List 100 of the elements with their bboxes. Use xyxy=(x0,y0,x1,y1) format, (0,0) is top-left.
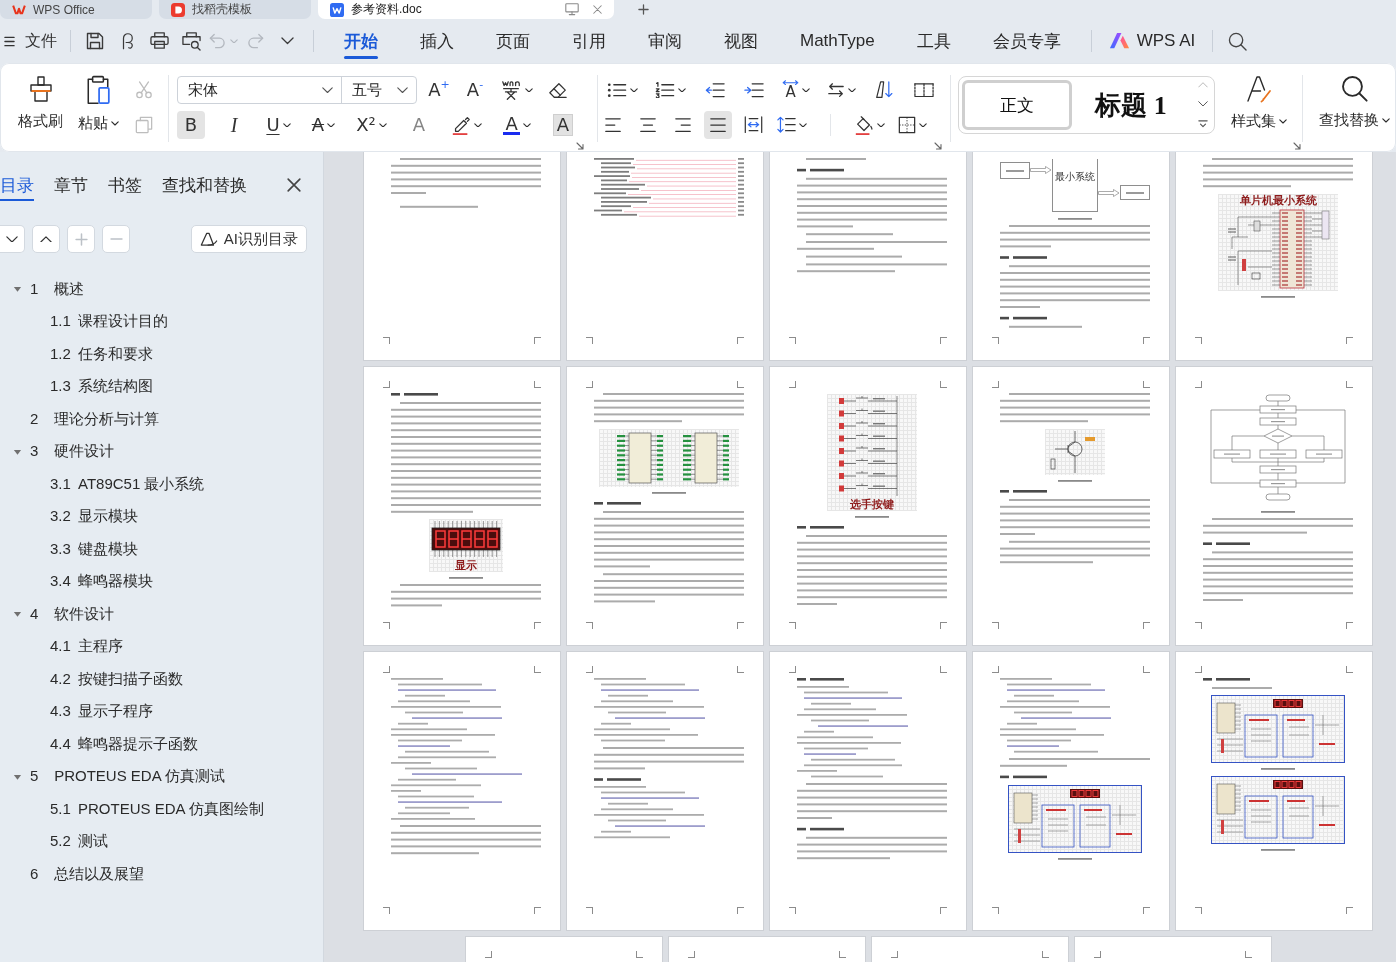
panel-tab[interactable]: 目录 xyxy=(0,169,34,201)
diagram-block xyxy=(1120,185,1150,200)
ribbon-tab[interactable]: 开始 xyxy=(323,19,399,63)
ribbon-tab[interactable]: 引用 xyxy=(551,19,627,63)
ribbon-tab[interactable]: 插入 xyxy=(399,19,475,63)
caret-icon xyxy=(919,122,927,128)
style-option[interactable]: 标题 1 xyxy=(1072,80,1190,130)
caret-icon xyxy=(678,87,687,93)
window-tab[interactable]: 找稻壳模板 xyxy=(159,0,311,19)
outline-item[interactable]: 5 PROTEUS EDA 仿真测试 xyxy=(30,767,226,787)
text-lines-drawing xyxy=(1261,768,1295,770)
panel-tab[interactable]: 章节 xyxy=(54,169,88,201)
numbered-list-icon xyxy=(655,81,676,99)
more-chevron-icon[interactable] xyxy=(1198,119,1208,128)
outline-item[interactable]: 3.4 蜂鸣器模块 xyxy=(50,572,154,592)
ai-logo-icon xyxy=(1108,32,1130,50)
file-menu-button[interactable]: 文件 xyxy=(0,26,61,56)
outline-item[interactable]: 5.1 PROTEUS EDA 仿真图绘制 xyxy=(50,799,264,819)
text-direction-button[interactable]: A xyxy=(779,76,814,104)
print-preview-icon xyxy=(181,31,201,51)
panel-tab[interactable]: 书签 xyxy=(108,169,142,201)
close-tab-button[interactable] xyxy=(593,5,602,14)
down-triangle-icon[interactable] xyxy=(13,611,22,618)
ribbon-tab[interactable]: 视图 xyxy=(703,19,779,63)
outline-item[interactable]: 3 硬件设计 xyxy=(30,442,115,462)
superscript-button[interactable]: X² xyxy=(353,111,390,139)
strikethrough-button[interactable]: A xyxy=(308,111,339,139)
outline-item[interactable]: 1.2 任务和要求 xyxy=(50,344,154,364)
style-option[interactable]: 正文 xyxy=(962,80,1072,130)
down-triangle-icon[interactable] xyxy=(13,286,22,293)
scissors-icon xyxy=(135,81,153,99)
underline-button[interactable]: U xyxy=(263,111,294,139)
text-lines-drawing xyxy=(1261,849,1295,851)
outline-item[interactable]: 4 软件设计 xyxy=(30,604,115,624)
style-set-button[interactable]: 样式集 xyxy=(1228,73,1290,141)
caret-icon xyxy=(525,87,533,93)
outline-item[interactable]: 4.3 显示子程序 xyxy=(50,702,154,722)
outline-item[interactable]: 3.3 键盘模块 xyxy=(50,539,139,559)
logo-icon xyxy=(12,4,26,15)
redo-icon xyxy=(246,32,264,50)
down-triangle-icon[interactable] xyxy=(13,773,22,780)
panel-tab[interactable]: 查找和替换 xyxy=(162,169,247,201)
italic-button[interactable]: I xyxy=(220,111,249,139)
window-tab[interactable]: 参考资料.doc xyxy=(318,0,614,19)
diagram-arrow xyxy=(1030,166,1052,174)
window-tab[interactable]: WPS Office xyxy=(0,0,152,19)
outline-item[interactable]: 1 概述 xyxy=(30,279,85,299)
caret-icon xyxy=(282,122,291,128)
close-panel-button[interactable] xyxy=(287,178,301,192)
caret-icon xyxy=(474,122,483,128)
ribbon-tab[interactable]: 审阅 xyxy=(627,19,703,63)
caret-icon xyxy=(848,87,857,93)
dashed-frame-icon xyxy=(913,82,934,98)
launcher-arrow-icon[interactable] xyxy=(934,142,942,150)
outline-item[interactable]: 4.1 主程序 xyxy=(50,637,124,657)
chevron-down-icon[interactable] xyxy=(1198,100,1208,107)
ribbon-tab[interactable]: 工具 xyxy=(895,19,972,63)
launcher-arrow-icon[interactable] xyxy=(576,142,584,150)
eraser-icon xyxy=(548,80,568,100)
ribbon-tab[interactable]: MathType xyxy=(779,19,896,63)
ai-outline-icon xyxy=(199,231,218,247)
paste-button[interactable]: 粘贴 xyxy=(72,73,124,141)
ribbon-tab[interactable]: 会员专享 xyxy=(971,19,1082,63)
curl-icon xyxy=(120,32,134,50)
down-triangle-icon[interactable] xyxy=(13,448,22,455)
collapse-button[interactable] xyxy=(32,225,60,253)
letter-brush-icon xyxy=(1246,75,1272,103)
bold-button[interactable]: B xyxy=(177,111,205,139)
wps-ai-button[interactable]: WPS AI xyxy=(1100,25,1204,57)
caret-icon xyxy=(522,122,531,128)
outline-item[interactable]: 3.2 显示模块 xyxy=(50,507,139,527)
ai-outline-button[interactable]: AI识别目录 xyxy=(190,225,307,253)
justify-button[interactable] xyxy=(704,111,732,139)
shrink-font-button[interactable]: A$^{-}$ xyxy=(461,76,489,104)
outline-item[interactable]: 1.3 系统结构图 xyxy=(50,377,154,397)
caret-icon xyxy=(378,122,387,128)
caret-icon xyxy=(327,122,336,128)
outline-item[interactable]: 2 理论分析与计算 xyxy=(30,409,160,429)
outline-item[interactable]: 4.4 蜂鸣器提示子函数 xyxy=(50,734,199,754)
outline-item[interactable]: 5.2 测试 xyxy=(50,832,109,852)
template-icon xyxy=(171,2,185,17)
ribbon-tab[interactable]: 页面 xyxy=(475,19,551,63)
find-replace-button[interactable]: 查找替换 xyxy=(1315,73,1393,141)
outline-item[interactable]: 3.1 AT89C51 最小系统 xyxy=(50,474,205,494)
chevron-down-icon xyxy=(280,37,294,45)
font-color-button[interactable]: A xyxy=(500,111,534,139)
sort-icon xyxy=(875,81,895,99)
outline-item[interactable]: 6 总结以及展望 xyxy=(30,864,145,884)
paint-brush-icon xyxy=(27,75,53,103)
outline-item[interactable]: 4.2 按键扫描子函数 xyxy=(50,669,184,689)
close-icon xyxy=(287,178,301,192)
launcher-arrow-icon[interactable] xyxy=(1293,142,1301,150)
text-lines-drawing xyxy=(797,678,844,681)
outline-item[interactable]: 1.1 课程设计目的 xyxy=(50,312,169,332)
align-left-icon xyxy=(604,116,622,134)
undo-icon xyxy=(208,32,226,50)
format-painter-button[interactable]: 格式刷 xyxy=(14,73,66,141)
grow-font-button[interactable]: A$^{+}$ xyxy=(425,76,453,104)
bulleted-list-icon xyxy=(607,81,627,99)
chevron-up-icon xyxy=(40,235,52,243)
